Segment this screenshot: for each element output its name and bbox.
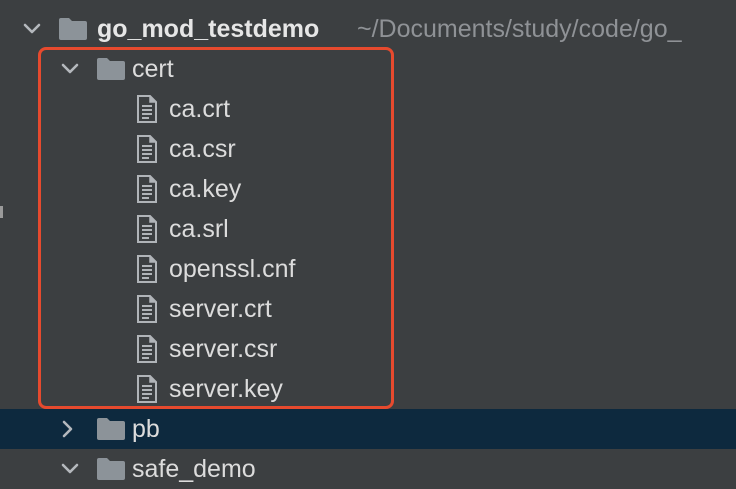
file-label: ca.csr bbox=[169, 135, 236, 163]
folder-icon bbox=[58, 17, 88, 41]
file-label: server.csr bbox=[169, 335, 278, 363]
tree-row-pb[interactable]: pb bbox=[0, 409, 736, 449]
project-name: go_mod_testdemo bbox=[97, 15, 320, 43]
text-file-icon bbox=[137, 95, 157, 123]
tree-row-file[interactable]: server.key bbox=[0, 369, 736, 409]
tree-row-file[interactable]: server.csr bbox=[0, 329, 736, 369]
text-file-icon bbox=[137, 215, 157, 243]
tree-row-file[interactable]: ca.csr bbox=[0, 129, 736, 169]
tree-row-file[interactable]: server.crt bbox=[0, 289, 736, 329]
panel-edge-marker bbox=[0, 206, 3, 218]
chevron-down-icon[interactable] bbox=[20, 17, 44, 41]
file-label: server.key bbox=[169, 375, 283, 403]
text-file-icon bbox=[137, 135, 157, 163]
text-file-icon bbox=[137, 335, 157, 363]
file-label: openssl.cnf bbox=[169, 255, 296, 283]
chevron-down-icon[interactable] bbox=[58, 57, 82, 81]
chevron-right-icon[interactable] bbox=[56, 417, 80, 441]
project-path: ~/Documents/study/code/go_ bbox=[357, 15, 682, 43]
chevron-down-icon[interactable] bbox=[58, 457, 82, 481]
folder-label: cert bbox=[132, 55, 174, 83]
tree-row-file[interactable]: ca.key bbox=[0, 169, 736, 209]
file-label: ca.srl bbox=[169, 215, 229, 243]
project-tree: go_mod_testdemo ~/Documents/study/code/g… bbox=[0, 0, 736, 486]
text-file-icon bbox=[137, 175, 157, 203]
tree-row-file[interactable]: ca.srl bbox=[0, 209, 736, 249]
folder-icon bbox=[96, 457, 126, 481]
file-label: server.crt bbox=[169, 295, 272, 323]
tree-row-cert[interactable]: cert bbox=[0, 49, 736, 89]
text-file-icon bbox=[137, 295, 157, 323]
tree-row-file[interactable]: ca.crt bbox=[0, 89, 736, 129]
tree-row-file[interactable]: openssl.cnf bbox=[0, 249, 736, 289]
file-label: ca.key bbox=[169, 175, 242, 203]
folder-icon bbox=[96, 417, 126, 441]
file-label: ca.crt bbox=[169, 95, 231, 123]
folder-icon bbox=[96, 57, 126, 81]
text-file-icon bbox=[137, 255, 157, 283]
tree-row-root[interactable]: go_mod_testdemo ~/Documents/study/code/g… bbox=[0, 9, 736, 49]
folder-label: safe_demo bbox=[132, 455, 256, 483]
text-file-icon bbox=[137, 375, 157, 403]
tree-row-safe-demo[interactable]: safe_demo bbox=[0, 449, 736, 489]
folder-label: pb bbox=[132, 415, 160, 443]
